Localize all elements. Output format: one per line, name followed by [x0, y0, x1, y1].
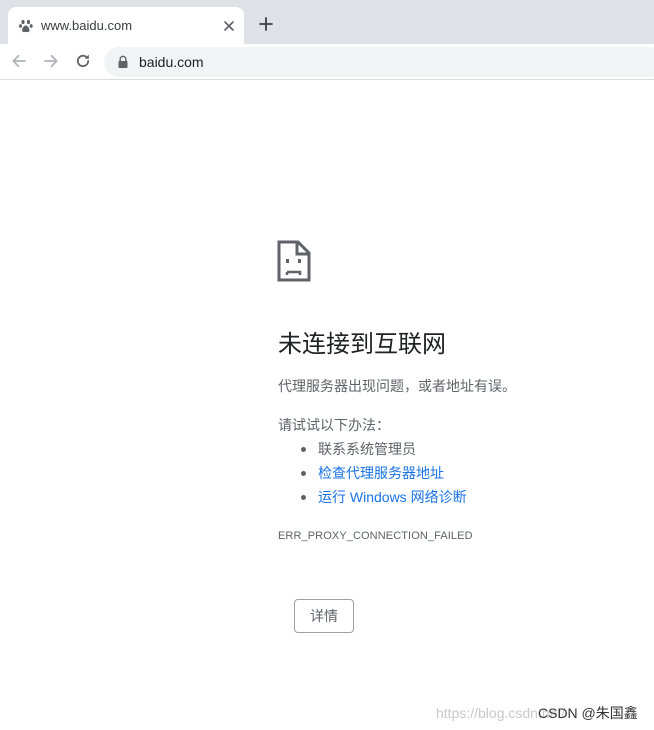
- tab-strip: www.baidu.com: [0, 0, 654, 44]
- error-title: 未连接到互联网: [278, 331, 446, 358]
- error-code: ERR_PROXY_CONNECTION_FAILED: [278, 530, 473, 542]
- address-bar[interactable]: baidu.com: [104, 47, 654, 77]
- bullet: [301, 447, 306, 452]
- suggestions-heading: 请试试以下办法：: [278, 417, 390, 433]
- bullet: [301, 471, 306, 476]
- error-page: 未连接到互联网 代理服务器出现问题，或者地址有误。 请试试以下办法： 联系系统管…: [0, 80, 654, 730]
- suggestion-contact-admin: 联系系统管理员: [278, 439, 467, 463]
- suggestion-text: 联系系统管理员: [318, 441, 416, 457]
- tab-baidu[interactable]: www.baidu.com: [8, 7, 244, 44]
- toolbar: baidu.com: [0, 44, 654, 80]
- suggestions-list: 联系系统管理员 检查代理服务器地址 运行 Windows 网络诊断: [278, 439, 467, 511]
- details-button[interactable]: 详情: [294, 599, 354, 633]
- watermark-author-wrap: CSDN @朱国鑫: [538, 704, 638, 722]
- network-diagnostics-link[interactable]: 运行 Windows 网络诊断: [318, 489, 467, 505]
- watermark-author: CSDN @朱国鑫: [538, 705, 638, 721]
- reload-icon[interactable]: [73, 51, 93, 71]
- arrow-right-icon[interactable]: [41, 51, 61, 71]
- lock-icon[interactable]: [117, 55, 129, 69]
- check-proxy-link[interactable]: 检查代理服务器地址: [318, 465, 444, 481]
- suggestion-network-diagnostics: 运行 Windows 网络诊断: [278, 487, 467, 511]
- url-text[interactable]: baidu.com: [139, 53, 204, 71]
- suggestion-check-proxy: 检查代理服务器地址: [278, 463, 467, 487]
- browser-window: www.baidu.com baidu.com 未连接到互联网 代理服务器出现问…: [0, 0, 654, 730]
- close-tab-icon[interactable]: [221, 18, 237, 34]
- sad-document-icon: [277, 240, 311, 282]
- bullet: [301, 495, 306, 500]
- error-description: 代理服务器出现问题，或者地址有误。: [278, 378, 516, 394]
- arrow-left-icon[interactable]: [9, 51, 29, 71]
- tab-title: www.baidu.com: [41, 18, 133, 33]
- baidu-paw-icon: [19, 19, 33, 33]
- new-tab-button[interactable]: [256, 14, 276, 34]
